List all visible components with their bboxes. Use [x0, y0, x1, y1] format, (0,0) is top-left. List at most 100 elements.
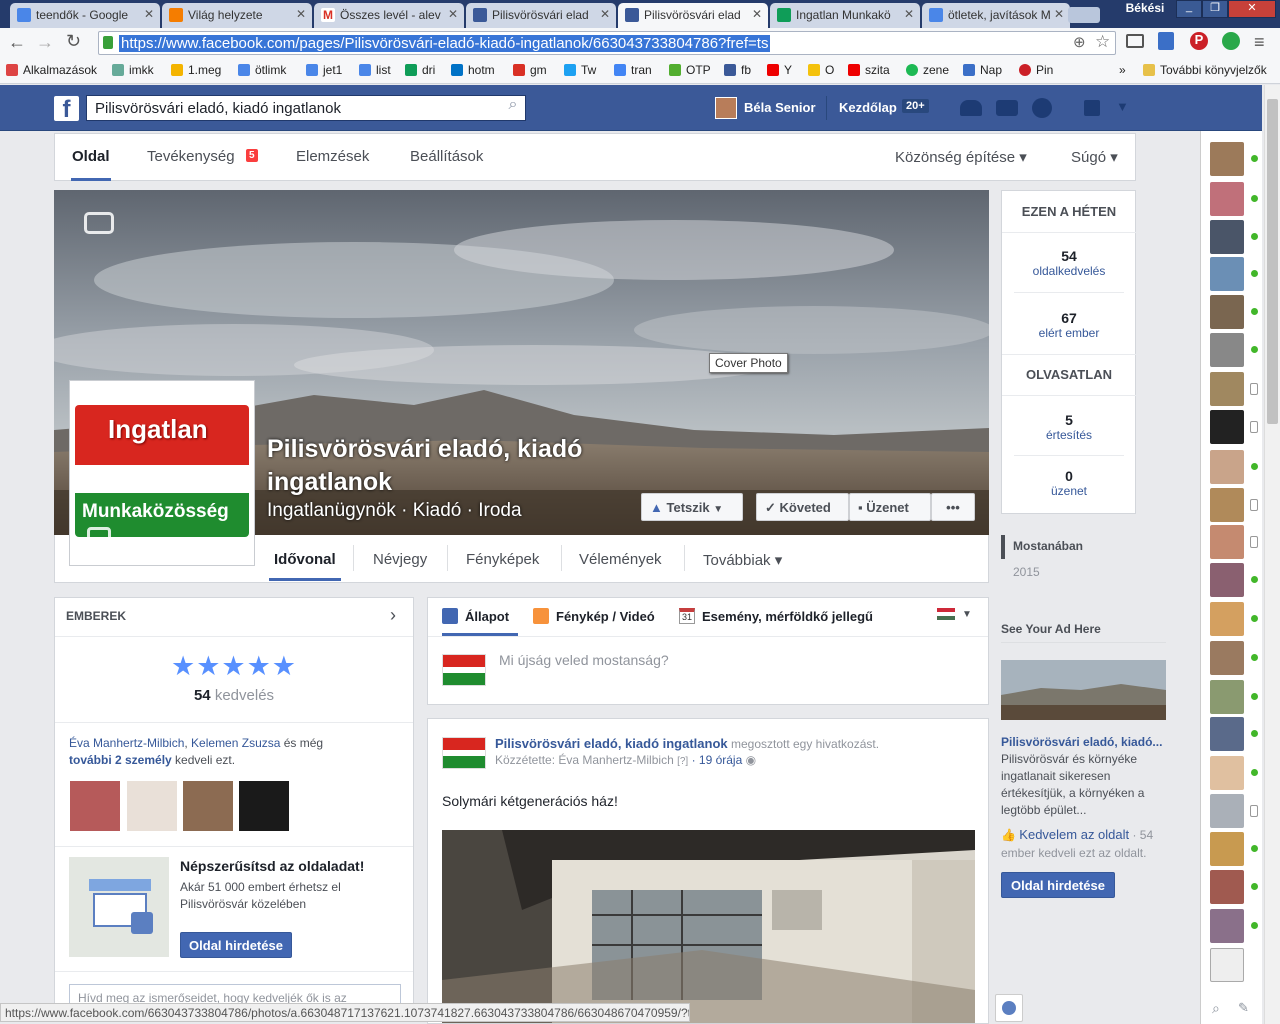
- bookmark-item[interactable]: 1.meg: [171, 63, 221, 77]
- unread-messages-stat[interactable]: 0 üzenet: [1002, 468, 1136, 498]
- bookmark-item[interactable]: OTP: [669, 63, 711, 77]
- composer-tab-event[interactable]: Esemény, mérföldkő jellegű: [702, 609, 873, 624]
- bookmark-item[interactable]: Alkalmazások: [6, 63, 97, 77]
- composer-tab-photo[interactable]: Fénykép / Videó: [556, 609, 655, 624]
- tab-photos[interactable]: Fényképek: [466, 551, 539, 568]
- profile-picture[interactable]: Ingatlan Munkaközösség: [69, 380, 255, 566]
- url-text[interactable]: https://www.facebook.com/pages/Pilisvörö…: [119, 35, 771, 52]
- friend-avatar[interactable]: [239, 781, 289, 831]
- tab-about[interactable]: Névjegy: [373, 551, 427, 568]
- privacy-icon[interactable]: [1084, 100, 1100, 116]
- chat-contact-avatar[interactable]: [1210, 488, 1244, 522]
- menu-icon[interactable]: ≡: [1254, 32, 1265, 53]
- search-input[interactable]: Pilisvörösvári eladó, kiadó ingatlanok: [86, 95, 526, 121]
- chat-contact-avatar[interactable]: [1210, 525, 1244, 559]
- chat-contact-avatar[interactable]: [1210, 717, 1244, 751]
- weekly-reach-stat[interactable]: 67 elért ember: [1002, 310, 1136, 340]
- chat-contact-avatar[interactable]: [1210, 410, 1244, 444]
- close-tab-icon[interactable]: ✕: [448, 7, 458, 21]
- avatar[interactable]: [715, 97, 737, 119]
- tab-page[interactable]: Oldal: [72, 148, 110, 165]
- people-title[interactable]: EMBEREK: [66, 609, 126, 623]
- chat-contact-avatar[interactable]: [1210, 641, 1244, 675]
- browser-tab[interactable]: Ingatlan Munkakö ✕: [770, 3, 920, 28]
- chat-contact-avatar[interactable]: [1210, 756, 1244, 790]
- browser-tab[interactable]: Pilisvörösvári elad ✕: [466, 3, 616, 28]
- search-icon[interactable]: ⌕: [500, 96, 526, 120]
- bookmark-item[interactable]: tran: [614, 63, 652, 77]
- status-input[interactable]: Mi újság veled mostanság?: [499, 652, 669, 668]
- chevron-down-icon[interactable]: ▼: [962, 609, 972, 620]
- close-tab-icon[interactable]: ✕: [904, 7, 914, 21]
- ad-page-name[interactable]: Pilisvörösvári eladó, kiadó...: [1001, 735, 1162, 749]
- new-message-icon[interactable]: ✎: [1238, 1000, 1249, 1016]
- friend-requests-icon[interactable]: [960, 100, 982, 116]
- browser-user-label[interactable]: Békési: [1120, 1, 1170, 17]
- tab-more[interactable]: Továbbiak ▾: [703, 551, 782, 569]
- extension-icon[interactable]: [1222, 32, 1240, 50]
- promote-page-button[interactable]: Oldal hirdetése: [1001, 872, 1115, 898]
- promote-page-button[interactable]: Oldal hirdetése: [180, 932, 292, 958]
- minimize-button[interactable]: _: [1176, 0, 1202, 18]
- star-icon[interactable]: ☆: [1095, 32, 1110, 52]
- tab-activity[interactable]: Tevékenység: [147, 148, 235, 165]
- chat-contact-avatar[interactable]: [1210, 142, 1244, 176]
- chat-contact-avatar[interactable]: [1210, 372, 1244, 406]
- cast-icon[interactable]: [1126, 34, 1144, 48]
- bookmark-item[interactable]: hotm: [451, 63, 495, 77]
- timeline-nav-year[interactable]: 2015: [1013, 565, 1040, 579]
- timeline-nav-recent[interactable]: Mostanában: [1013, 539, 1083, 553]
- home-link[interactable]: Kezdőlap: [839, 100, 897, 115]
- ads-title[interactable]: See Your Ad Here: [1001, 622, 1101, 636]
- bookmark-folder[interactable]: További könyvjelzők: [1143, 63, 1267, 77]
- browser-tab-active[interactable]: Pilisvörösvári elad ✕: [618, 3, 768, 28]
- user-name-link[interactable]: Béla Senior: [744, 100, 816, 115]
- bookmark-item[interactable]: ötlimk: [238, 63, 286, 77]
- close-window-button[interactable]: ✕: [1228, 0, 1276, 18]
- bookmark-item[interactable]: Nap: [963, 63, 1002, 77]
- change-cover-camera-icon[interactable]: [84, 212, 114, 234]
- chat-contact-avatar[interactable]: [1210, 948, 1244, 982]
- total-likes[interactable]: 54 kedvelés: [55, 687, 413, 704]
- bookmark-item[interactable]: Pin: [1019, 63, 1053, 77]
- more-friends-link[interactable]: további 2 személy: [69, 753, 172, 767]
- chat-contact-avatar[interactable]: [1210, 870, 1244, 904]
- message-button[interactable]: ▪ Üzenet: [849, 493, 931, 521]
- tab-timeline[interactable]: Idővonal: [274, 551, 336, 568]
- messages-icon[interactable]: [996, 100, 1018, 116]
- notifications-globe-icon[interactable]: [1032, 98, 1052, 118]
- friend-avatar[interactable]: [70, 781, 120, 831]
- ad-image[interactable]: [1001, 660, 1166, 720]
- forward-icon[interactable]: →: [36, 32, 54, 53]
- chat-contact-avatar[interactable]: [1210, 832, 1244, 866]
- chat-contact-avatar[interactable]: [1210, 182, 1244, 216]
- bookmark-item[interactable]: szita: [848, 63, 890, 77]
- weekly-likes-stat[interactable]: 54 oldalkedvelés: [1002, 248, 1136, 278]
- close-tab-icon[interactable]: ✕: [296, 7, 306, 21]
- browser-tab[interactable]: teendők - Google ✕: [10, 3, 160, 28]
- bookmark-item[interactable]: Y: [767, 63, 792, 77]
- friend-avatar[interactable]: [127, 781, 177, 831]
- chat-contact-avatar[interactable]: [1210, 450, 1244, 484]
- facebook-logo[interactable]: f: [54, 96, 79, 123]
- browser-tab[interactable]: M Összes levél - alev ✕: [314, 3, 464, 28]
- friend-link[interactable]: Kelemen Zsuzsa: [191, 736, 280, 750]
- close-tab-icon[interactable]: ✕: [600, 7, 610, 21]
- page-avatar[interactable]: [442, 737, 486, 769]
- bookmark-item[interactable]: list: [359, 63, 391, 77]
- like-button[interactable]: ▲ Tetszik ▼: [641, 493, 743, 521]
- zoom-icon[interactable]: ⊕: [1073, 33, 1086, 51]
- browser-tab[interactable]: Világ helyzete ✕: [162, 3, 312, 28]
- new-tab-button[interactable]: [1068, 7, 1100, 23]
- chevron-right-icon[interactable]: ›: [390, 605, 396, 626]
- help-menu[interactable]: Súgó ▾: [1071, 148, 1118, 166]
- chat-search-icon[interactable]: ⌕: [1212, 1000, 1220, 1017]
- scrollbar-thumb[interactable]: [1267, 99, 1278, 424]
- bookmark-item[interactable]: fb: [724, 63, 751, 77]
- chat-contact-avatar[interactable]: [1210, 680, 1244, 714]
- chat-contact-avatar[interactable]: [1210, 563, 1244, 597]
- chat-contact-avatar[interactable]: [1210, 794, 1244, 828]
- chat-contact-avatar[interactable]: [1210, 295, 1244, 329]
- reload-icon[interactable]: ↻: [66, 31, 81, 52]
- tab-insights[interactable]: Elemzések: [296, 148, 369, 165]
